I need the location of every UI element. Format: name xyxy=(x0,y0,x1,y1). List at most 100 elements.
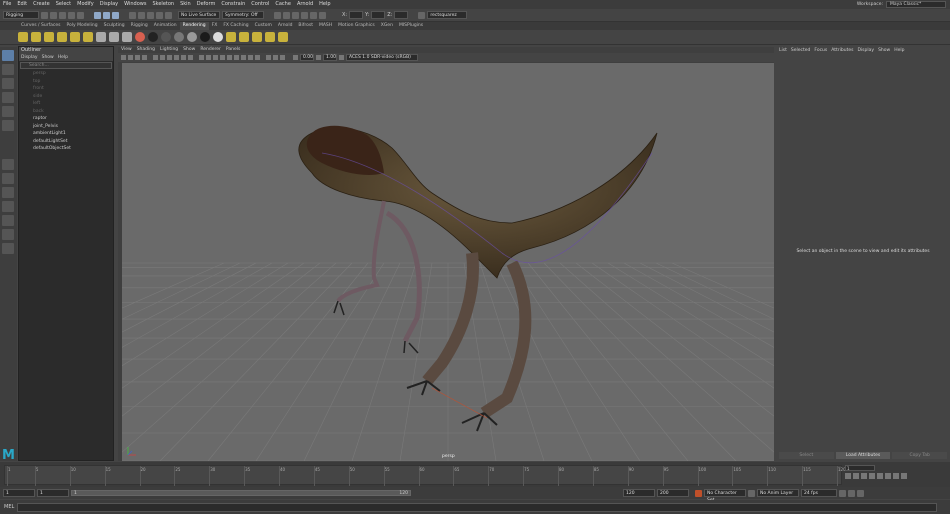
shelf-tab-curves-surfaces[interactable]: Curves / Surfaces xyxy=(18,22,64,30)
hypershade-icon[interactable] xyxy=(301,11,308,19)
scale-tool-icon[interactable] xyxy=(2,120,14,131)
anim-layer-dropdown[interactable]: No Anim Layer xyxy=(757,489,799,497)
y-field[interactable] xyxy=(371,11,386,19)
step-forward-key-icon[interactable] xyxy=(893,473,899,479)
renderer-dropdown[interactable]: rectsquarez xyxy=(427,11,468,19)
character-set-dropdown[interactable]: No Character Set xyxy=(704,489,746,503)
symmetry-dropdown[interactable]: Symmetry: Off xyxy=(222,11,264,19)
shelf-tab-rigging[interactable]: Rigging xyxy=(128,22,151,30)
menu-create[interactable]: Create xyxy=(30,0,53,9)
area-light-icon[interactable] xyxy=(70,32,80,42)
menuset-dropdown[interactable]: Rigging xyxy=(3,11,39,19)
gamma-icon[interactable] xyxy=(316,55,321,60)
viewport-menu-panels[interactable]: Panels xyxy=(226,47,240,53)
volume-light-icon[interactable] xyxy=(83,32,93,42)
outliner-item[interactable]: defaultLightSet xyxy=(19,138,113,146)
snap-curve-icon[interactable] xyxy=(138,11,145,19)
render-view-icon[interactable] xyxy=(278,32,288,42)
shelf-tab-animation[interactable]: Animation xyxy=(151,22,180,30)
menu-constrain[interactable]: Constrain xyxy=(218,0,248,9)
last-tool-icon[interactable] xyxy=(2,159,14,170)
anim-layer-icon[interactable] xyxy=(748,489,755,497)
motion-blur-icon[interactable] xyxy=(248,55,253,60)
surface-shader-icon[interactable] xyxy=(187,32,197,42)
batch-render-icon[interactable] xyxy=(265,32,275,42)
audio-icon[interactable] xyxy=(839,489,846,497)
render-setup-icon[interactable] xyxy=(310,11,317,19)
shelf-tab-rendering[interactable]: Rendering xyxy=(179,22,209,30)
menu-edit[interactable]: Edit xyxy=(14,0,30,9)
live-surface-field[interactable]: No Live Surface xyxy=(178,11,220,19)
shelf-tab-bifrost[interactable]: Bifrost xyxy=(295,22,316,30)
step-forward-frame-icon[interactable] xyxy=(885,473,891,479)
gate-mask-icon[interactable] xyxy=(174,55,179,60)
menu-select[interactable]: Select xyxy=(53,0,74,9)
menu-display[interactable]: Display xyxy=(97,0,121,9)
anim-start-field[interactable]: 1 xyxy=(37,489,69,497)
wireframe-on-shaded-icon[interactable] xyxy=(213,55,218,60)
shelf-tab-fx[interactable]: FX xyxy=(209,22,221,30)
resolution-gate-icon[interactable] xyxy=(167,55,172,60)
layout-outliner-icon[interactable] xyxy=(2,215,14,226)
outliner-menu-help[interactable]: Help xyxy=(58,54,68,61)
attr-menu-selected[interactable]: Selected xyxy=(791,47,811,55)
menu-modify[interactable]: Modify xyxy=(74,0,97,9)
exposure-icon[interactable] xyxy=(293,55,298,60)
outliner-item[interactable]: ambientLight1 xyxy=(19,130,113,138)
go-to-end-icon[interactable] xyxy=(901,473,907,479)
render-settings-icon[interactable] xyxy=(292,11,299,19)
viewport-menu-show[interactable]: Show xyxy=(183,47,195,53)
save-scene-icon[interactable] xyxy=(59,11,66,19)
use-lights-icon[interactable] xyxy=(227,55,232,60)
blinn-sphere-icon[interactable] xyxy=(148,32,158,42)
outliner-item[interactable]: left xyxy=(19,100,113,108)
mel-label[interactable]: MEL xyxy=(4,504,14,510)
safe-action-icon[interactable] xyxy=(188,55,193,60)
end-time-field[interactable]: 200 xyxy=(657,489,689,497)
layout-single-icon[interactable] xyxy=(2,173,14,184)
layered-shader-icon[interactable] xyxy=(213,32,223,42)
select-object-icon[interactable] xyxy=(103,11,110,19)
undo-icon[interactable] xyxy=(68,11,75,19)
render-region-icon[interactable] xyxy=(252,32,262,42)
exposure-field[interactable]: 0.00 xyxy=(300,54,314,61)
phong-sphere-icon[interactable] xyxy=(174,32,184,42)
menu-arnold[interactable]: Arnold xyxy=(294,0,316,9)
attr-menu-focus[interactable]: Focus xyxy=(814,47,827,55)
step-back-frame-icon[interactable] xyxy=(861,473,867,479)
shadows-icon[interactable] xyxy=(234,55,239,60)
viewport-menu-view[interactable]: View xyxy=(121,47,132,53)
sidebar-toggle-icon[interactable] xyxy=(418,11,426,19)
anti-alias-icon[interactable] xyxy=(255,55,260,60)
grid-toggle-icon[interactable] xyxy=(153,55,158,60)
menu-help[interactable]: Help xyxy=(316,0,333,9)
command-input[interactable] xyxy=(17,502,938,512)
attr-menu-show[interactable]: Show xyxy=(878,47,890,55)
anisotropic-sphere-icon[interactable] xyxy=(200,32,210,42)
go-to-start-icon[interactable] xyxy=(845,473,851,479)
snap-view-icon[interactable] xyxy=(156,11,163,19)
select-tool-icon[interactable] xyxy=(2,50,14,61)
range-slider[interactable]: 1 120 xyxy=(71,490,411,496)
current-frame-field[interactable]: 1 xyxy=(845,465,875,471)
outliner-item[interactable]: front xyxy=(19,85,113,93)
camera-aim-icon[interactable] xyxy=(109,32,119,42)
lasso-tool-icon[interactable] xyxy=(2,64,14,75)
viewport-menu-lighting[interactable]: Lighting xyxy=(160,47,178,53)
color-wheel-icon[interactable] xyxy=(135,32,145,42)
auto-key-icon[interactable] xyxy=(695,489,702,497)
render-teapot-icon[interactable] xyxy=(226,32,236,42)
redo-icon[interactable] xyxy=(77,11,84,19)
viewport-menu-renderer[interactable]: Renderer xyxy=(200,47,221,53)
gamma-field[interactable]: 1.00 xyxy=(323,54,337,61)
start-time-field[interactable]: 1 xyxy=(3,489,35,497)
point-light-icon[interactable] xyxy=(31,32,41,42)
search-icon[interactable] xyxy=(2,243,14,254)
rotate-tool-icon[interactable] xyxy=(2,106,14,117)
x-field[interactable] xyxy=(349,11,364,19)
layout-side-icon[interactable] xyxy=(2,201,14,212)
outliner-item[interactable]: top xyxy=(19,78,113,86)
textured-icon[interactable] xyxy=(220,55,225,60)
attr-menu-help[interactable]: Help xyxy=(894,47,904,55)
snap-grid-icon[interactable] xyxy=(129,11,136,19)
